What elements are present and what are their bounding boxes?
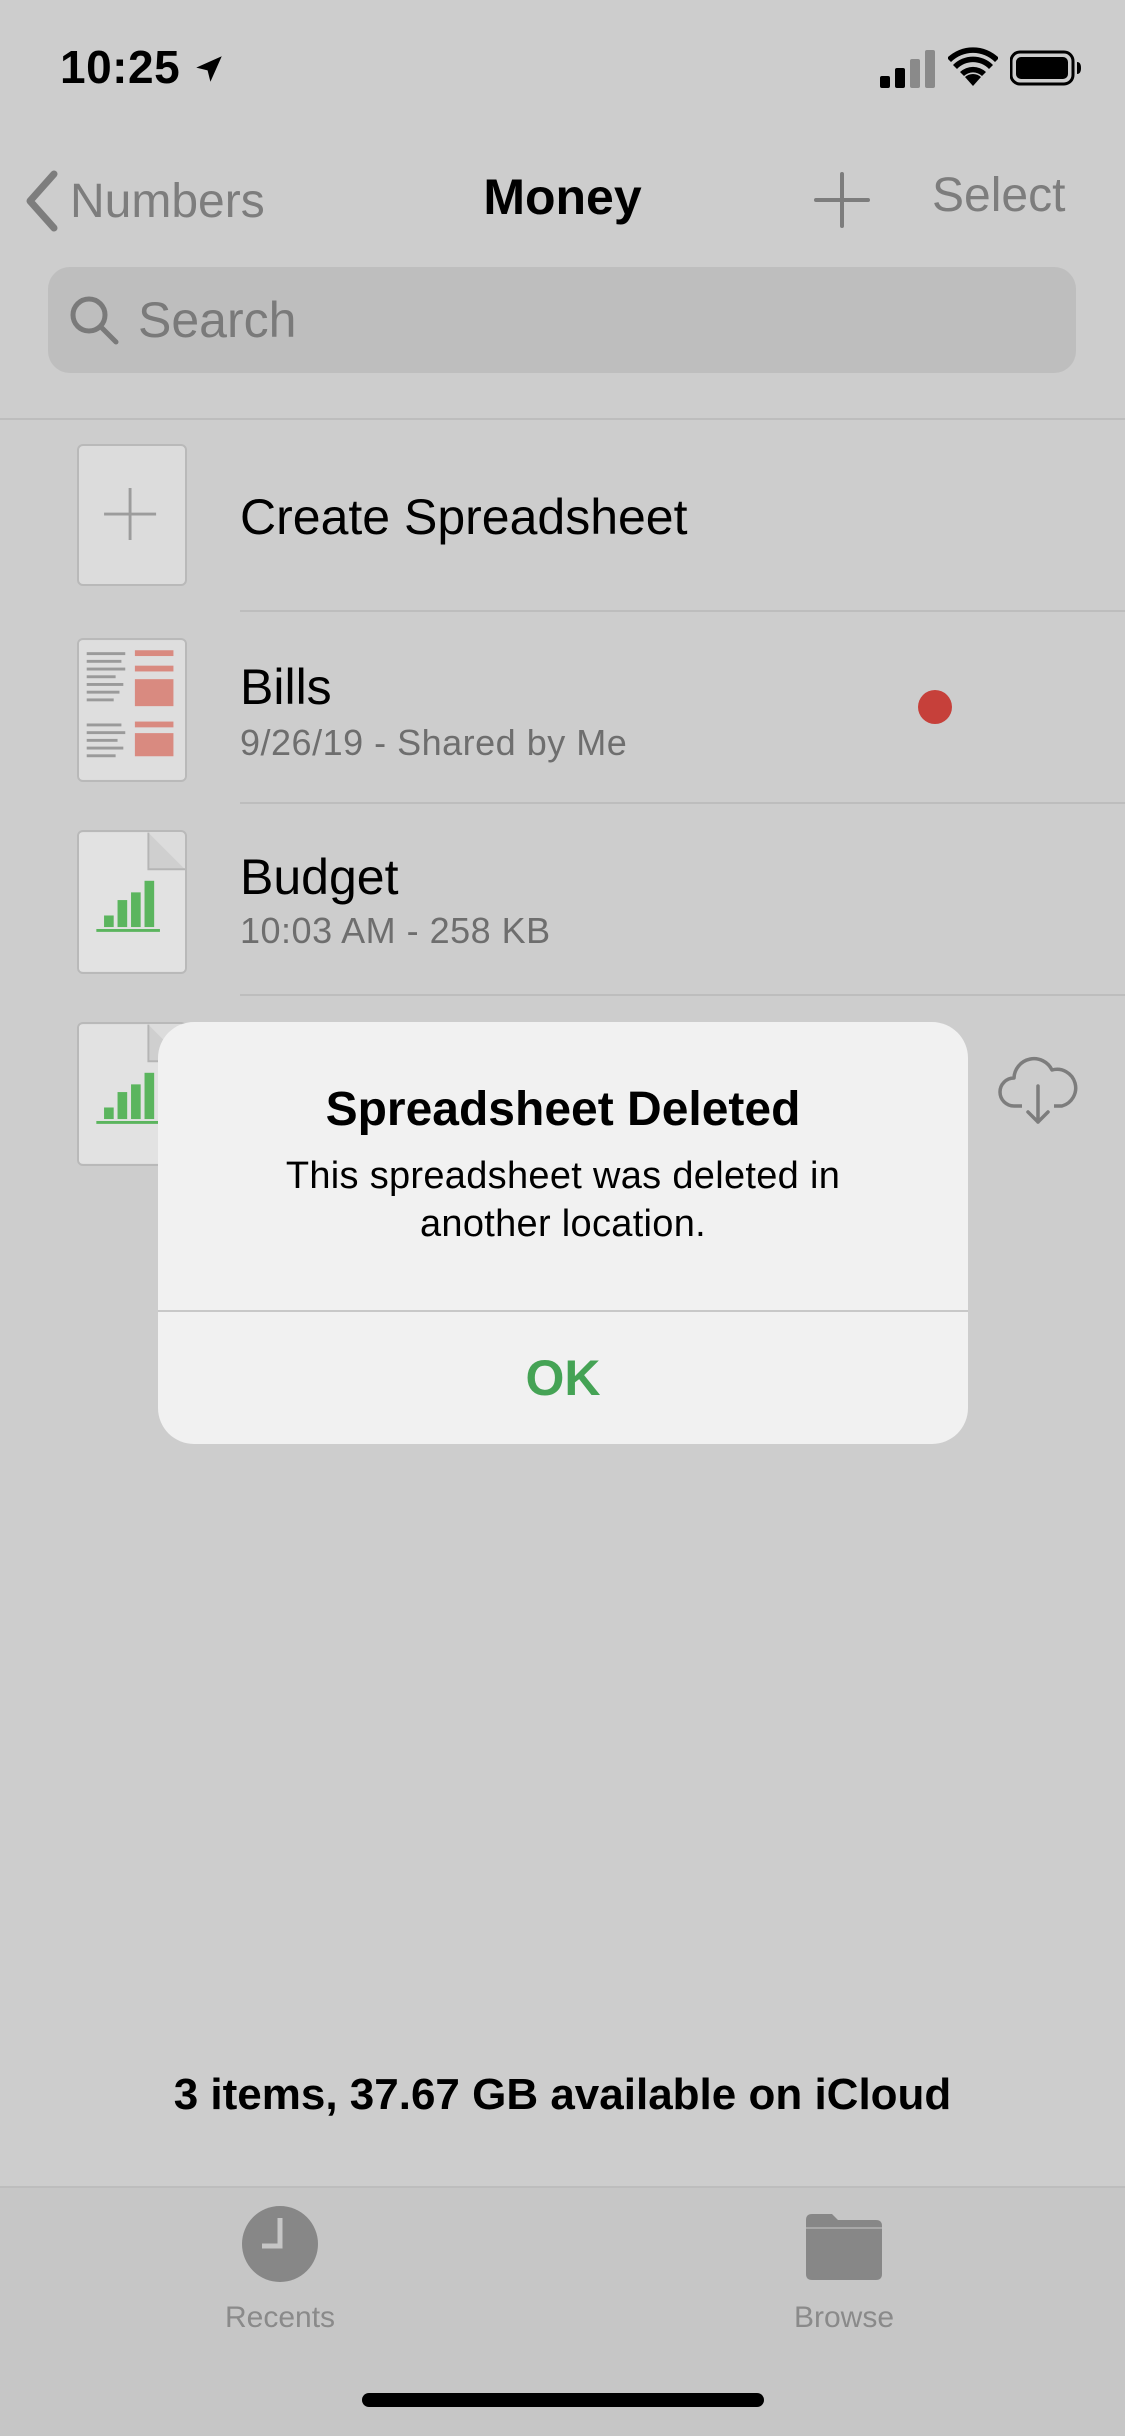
status-time: 10:25 xyxy=(60,41,181,93)
plus-icon xyxy=(104,488,157,541)
bills-thumbnail xyxy=(77,638,187,782)
cellular-signal-icon xyxy=(880,50,935,88)
back-button[interactable]: Numbers xyxy=(22,166,265,236)
add-icon[interactable] xyxy=(812,170,872,230)
create-spreadsheet-label: Create Spreadsheet xyxy=(240,489,688,545)
numbers-doc-icon xyxy=(79,832,185,972)
alert-message: This spreadsheet was deleted in another … xyxy=(285,1155,841,1245)
create-spreadsheet-row[interactable]: Create Spreadsheet xyxy=(0,420,1125,612)
item-subtitle: 10:03 AM - 258 KB xyxy=(240,910,551,951)
create-thumbnail xyxy=(77,444,187,586)
budget-thumbnail xyxy=(77,830,187,974)
page-title: Money xyxy=(483,169,642,225)
list-item[interactable]: Budget 10:03 AM - 258 KB xyxy=(0,804,1125,996)
search-input[interactable] xyxy=(136,290,1040,350)
tab-label: Browse xyxy=(793,2301,895,2334)
clock-icon xyxy=(242,2206,318,2282)
storage-info: 3 items, 37.67 GB available on iCloud xyxy=(173,2070,952,2119)
tab-browse[interactable]: Browse xyxy=(724,2204,964,2344)
alert-title: Spreadsheet Deleted xyxy=(325,1083,801,1136)
item-subtitle: 9/26/19 - Shared by Me xyxy=(240,722,628,763)
location-arrow-icon xyxy=(196,56,222,82)
folder-icon xyxy=(806,2214,882,2280)
battery-icon xyxy=(1010,50,1081,86)
ok-button[interactable]: OK xyxy=(158,1312,968,1444)
alert-dialog: Spreadsheet Deleted This spreadsheet was… xyxy=(158,1022,968,1444)
unread-badge xyxy=(918,690,952,724)
spreadsheet-preview-icon xyxy=(79,640,185,780)
item-title: Budget xyxy=(240,849,399,905)
home-indicator[interactable] xyxy=(362,2393,764,2407)
search-bar[interactable] xyxy=(48,267,1076,373)
back-label: Numbers xyxy=(70,174,265,228)
wifi-icon xyxy=(948,47,998,86)
select-button[interactable]: Select xyxy=(932,168,1065,223)
numbers-file-browser: 10:25 Numbers Money Select Search Create… xyxy=(0,0,1125,2436)
item-title: Bills xyxy=(240,659,332,715)
tab-recents[interactable]: Recents xyxy=(160,2204,400,2344)
cloud-download-icon[interactable] xyxy=(998,1056,1078,1126)
chevron-left-icon xyxy=(26,170,58,232)
tab-label: Recents xyxy=(224,2301,336,2334)
search-icon xyxy=(70,296,119,345)
list-item[interactable]: Bills 9/26/19 - Shared by Me xyxy=(0,612,1125,804)
